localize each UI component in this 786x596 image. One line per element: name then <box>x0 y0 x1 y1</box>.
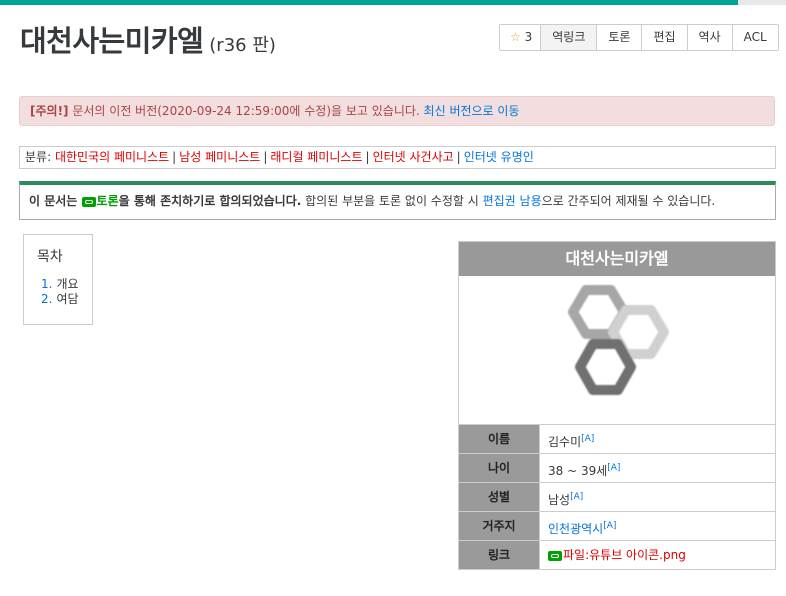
infobox-image[interactable] <box>459 276 775 425</box>
infobox-row-residence: 거주지 인천광역시[A] <box>459 512 775 541</box>
toc-list: 1. 개요 2. 여담 <box>37 277 92 307</box>
page-title: 대천사는미카엘 <box>20 24 204 58</box>
infobox-value-text: 김수미 <box>548 435 582 449</box>
history-button[interactable]: 역사 <box>687 25 733 50</box>
infobox-value: 파일:유튜브 아이콘.png <box>540 541 775 569</box>
infobox-row-link: 링크 파일:유튜브 아이콘.png <box>459 541 775 569</box>
toc-title: 목차 <box>37 249 63 265</box>
toc-item-number[interactable]: 1. <box>41 277 52 291</box>
toc-item-number[interactable]: 2. <box>41 292 52 306</box>
category-link[interactable]: 래디컬 페미니스트 <box>270 150 362 164</box>
top-accent-bar-end <box>738 0 786 5</box>
notice-discuss-link[interactable]: 토론 <box>97 194 119 208</box>
discuss-button[interactable]: 토론 <box>597 25 643 50</box>
youtube-file-link[interactable]: 파일:유튜브 아이콘.png <box>563 548 686 562</box>
category-link[interactable]: 남성 페미니스트 <box>179 150 260 164</box>
infobox-key: 거주지 <box>459 512 540 540</box>
page-heading: 대천사는미카엘 (r36 판) <box>20 18 276 60</box>
star-count: 3 <box>524 30 533 44</box>
table-of-contents: 목차 1. 개요 2. 여담 <box>23 234 93 325</box>
backlinks-button[interactable]: 역링크 <box>541 25 598 50</box>
alert-prefix: [주의!] <box>30 104 69 118</box>
footnote-link[interactable]: [A] <box>603 521 616 531</box>
footnote-link[interactable]: [A] <box>581 434 594 444</box>
category-separator: | <box>365 150 370 164</box>
infobox-key: 성별 <box>459 483 540 511</box>
link-icon <box>548 551 562 561</box>
old-revision-alert: [주의!] 문서의 이전 버전(2020-09-24 12:59:00에 수정)… <box>19 96 775 126</box>
notice-bold-2: 을 통해 존치하기로 합의되었습니다. <box>118 194 302 208</box>
infobox: 대천사는미카엘 이름 김수미[A] 나이 38 ~ 39세[A] 성별 남성[A… <box>458 241 776 570</box>
infobox-value: 남성[A] <box>540 483 775 511</box>
infobox-value-text: 남성 <box>548 493 571 507</box>
infobox-header: 대천사는미카엘 <box>459 242 775 276</box>
infobox-row-name: 이름 김수미[A] <box>459 425 775 454</box>
latest-version-link[interactable]: 최신 버전으로 이동 <box>424 104 520 118</box>
infobox-value: 38 ~ 39세[A] <box>540 454 775 482</box>
toc-item-label: 개요 <box>56 277 79 291</box>
category-label: 분류: <box>25 150 55 164</box>
category-link[interactable]: 인터넷 사건사고 <box>373 150 454 164</box>
toc-item[interactable]: 2. 여담 <box>37 292 92 307</box>
edit-button[interactable]: 편집 <box>642 25 688 50</box>
acl-button[interactable]: ACL <box>732 25 778 50</box>
hexagon-bottom <box>575 339 636 395</box>
footnote-link[interactable]: [A] <box>570 492 583 502</box>
revision-label: (r36 판) <box>209 35 276 56</box>
star-button[interactable]: ☆ 3 <box>500 25 542 50</box>
infobox-value-text: 38 ~ 39세 <box>548 464 608 478</box>
infobox-row-age: 나이 38 ~ 39세[A] <box>459 454 775 483</box>
consensus-notice: 이 문서는 토론을 통해 존치하기로 합의되었습니다. 합의된 부분을 토론 없… <box>19 181 776 220</box>
category-bar: 분류: 대한민국의 페미니스트 | 남성 페미니스트 | 래디컬 페미니스트 | 인터넷 사… <box>19 146 776 169</box>
toc-item[interactable]: 1. 개요 <box>37 277 92 292</box>
infobox-value: 김수미[A] <box>540 425 775 453</box>
footnote-link[interactable]: [A] <box>607 463 620 473</box>
infobox-key: 링크 <box>459 541 540 569</box>
alert-message: 문서의 이전 버전(2020-09-24 12:59:00에 수정)을 보고 있… <box>68 104 424 118</box>
infobox-key: 나이 <box>459 454 540 482</box>
infobox-value: 인천광역시[A] <box>540 512 775 540</box>
hexagon-logo-image <box>568 285 669 395</box>
notice-text-2: 으로 간주되어 제재될 수 있습니다. <box>541 194 716 208</box>
infobox-key: 이름 <box>459 425 540 453</box>
edit-abuse-link[interactable]: 편집권 남용 <box>483 194 542 208</box>
category-separator: | <box>172 150 177 164</box>
category-link[interactable]: 대한민국의 페미니스트 <box>55 150 169 164</box>
notice-bold-1: 이 문서는 <box>29 194 82 208</box>
notice-text-1: 합의된 부분을 토론 없이 수정할 시 <box>301 194 483 208</box>
category-link[interactable]: 인터넷 유명인 <box>464 150 534 164</box>
toc-item-label: 여담 <box>56 292 79 306</box>
category-separator: | <box>263 150 268 164</box>
top-accent-bar <box>0 0 786 5</box>
star-icon: ☆ <box>510 30 521 44</box>
residence-link[interactable]: 인천광역시 <box>548 522 603 536</box>
category-separator: | <box>456 150 461 164</box>
infobox-row-gender: 성별 남성[A] <box>459 483 775 512</box>
article-toolbar: ☆ 3 역링크 토론 편집 역사 ACL <box>499 24 779 51</box>
link-icon <box>81 197 96 207</box>
